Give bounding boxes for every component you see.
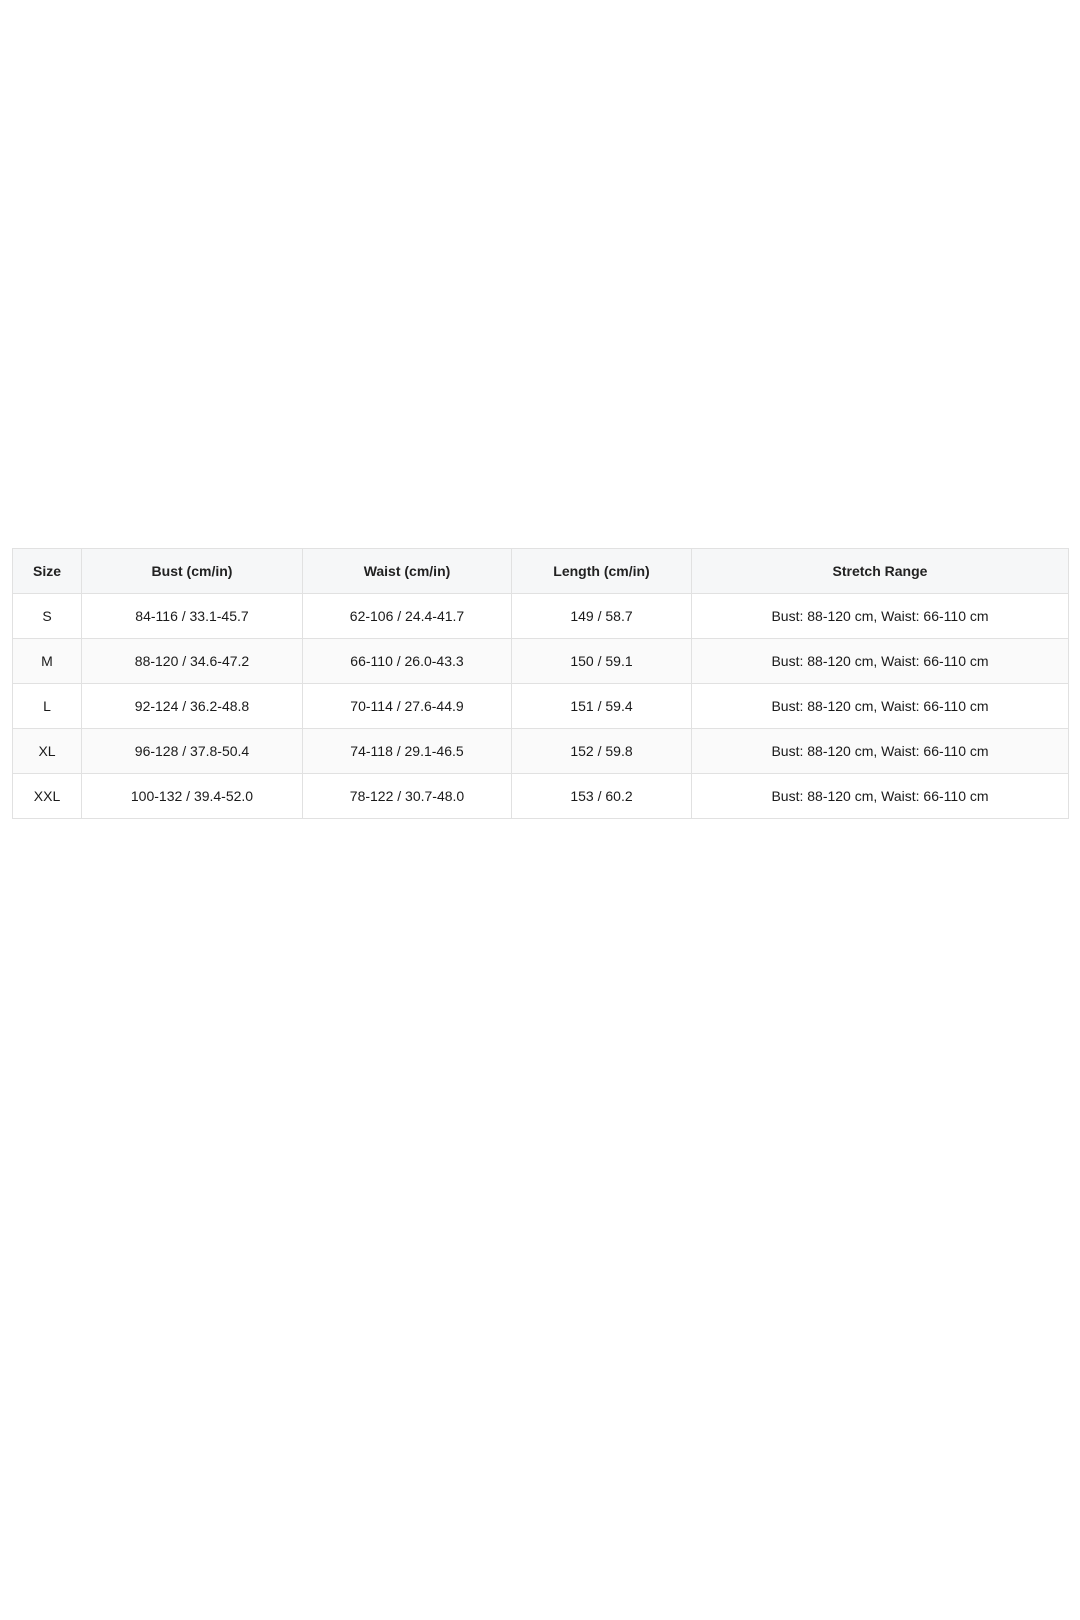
cell-stretch-range: Bust: 88-120 cm, Waist: 66-110 cm: [691, 773, 1069, 819]
cell-bust: 92-124 / 36.2-48.8: [81, 683, 303, 729]
cell-size: M: [12, 638, 82, 684]
cell-bust: 84-116 / 33.1-45.7: [81, 593, 303, 639]
cell-stretch-range: Bust: 88-120 cm, Waist: 66-110 cm: [691, 728, 1069, 774]
table-row: XL 96-128 / 37.8-50.4 74-118 / 29.1-46.5…: [12, 728, 1069, 774]
header-bust: Bust (cm/in): [81, 548, 303, 594]
cell-waist: 70-114 / 27.6-44.9: [302, 683, 512, 729]
cell-length: 151 / 59.4: [511, 683, 692, 729]
header-length: Length (cm/in): [511, 548, 692, 594]
cell-length: 152 / 59.8: [511, 728, 692, 774]
cell-waist: 66-110 / 26.0-43.3: [302, 638, 512, 684]
header-waist: Waist (cm/in): [302, 548, 512, 594]
cell-length: 149 / 58.7: [511, 593, 692, 639]
size-chart-table: Size Bust (cm/in) Waist (cm/in) Length (…: [12, 548, 1069, 819]
table-row: S 84-116 / 33.1-45.7 62-106 / 24.4-41.7 …: [12, 593, 1069, 639]
table-row: XXL 100-132 / 39.4-52.0 78-122 / 30.7-48…: [12, 773, 1069, 819]
header-stretch-range: Stretch Range: [691, 548, 1069, 594]
cell-stretch-range: Bust: 88-120 cm, Waist: 66-110 cm: [691, 593, 1069, 639]
cell-size: XL: [12, 728, 82, 774]
cell-stretch-range: Bust: 88-120 cm, Waist: 66-110 cm: [691, 638, 1069, 684]
table-row: L 92-124 / 36.2-48.8 70-114 / 27.6-44.9 …: [12, 683, 1069, 729]
cell-waist: 74-118 / 29.1-46.5: [302, 728, 512, 774]
cell-bust: 96-128 / 37.8-50.4: [81, 728, 303, 774]
table-row: M 88-120 / 34.6-47.2 66-110 / 26.0-43.3 …: [12, 638, 1069, 684]
cell-bust: 88-120 / 34.6-47.2: [81, 638, 303, 684]
cell-bust: 100-132 / 39.4-52.0: [81, 773, 303, 819]
cell-waist: 62-106 / 24.4-41.7: [302, 593, 512, 639]
header-size: Size: [12, 548, 82, 594]
table-header-row: Size Bust (cm/in) Waist (cm/in) Length (…: [12, 548, 1069, 594]
cell-stretch-range: Bust: 88-120 cm, Waist: 66-110 cm: [691, 683, 1069, 729]
cell-size: L: [12, 683, 82, 729]
cell-waist: 78-122 / 30.7-48.0: [302, 773, 512, 819]
cell-length: 150 / 59.1: [511, 638, 692, 684]
cell-size: XXL: [12, 773, 82, 819]
cell-length: 153 / 60.2: [511, 773, 692, 819]
cell-size: S: [12, 593, 82, 639]
